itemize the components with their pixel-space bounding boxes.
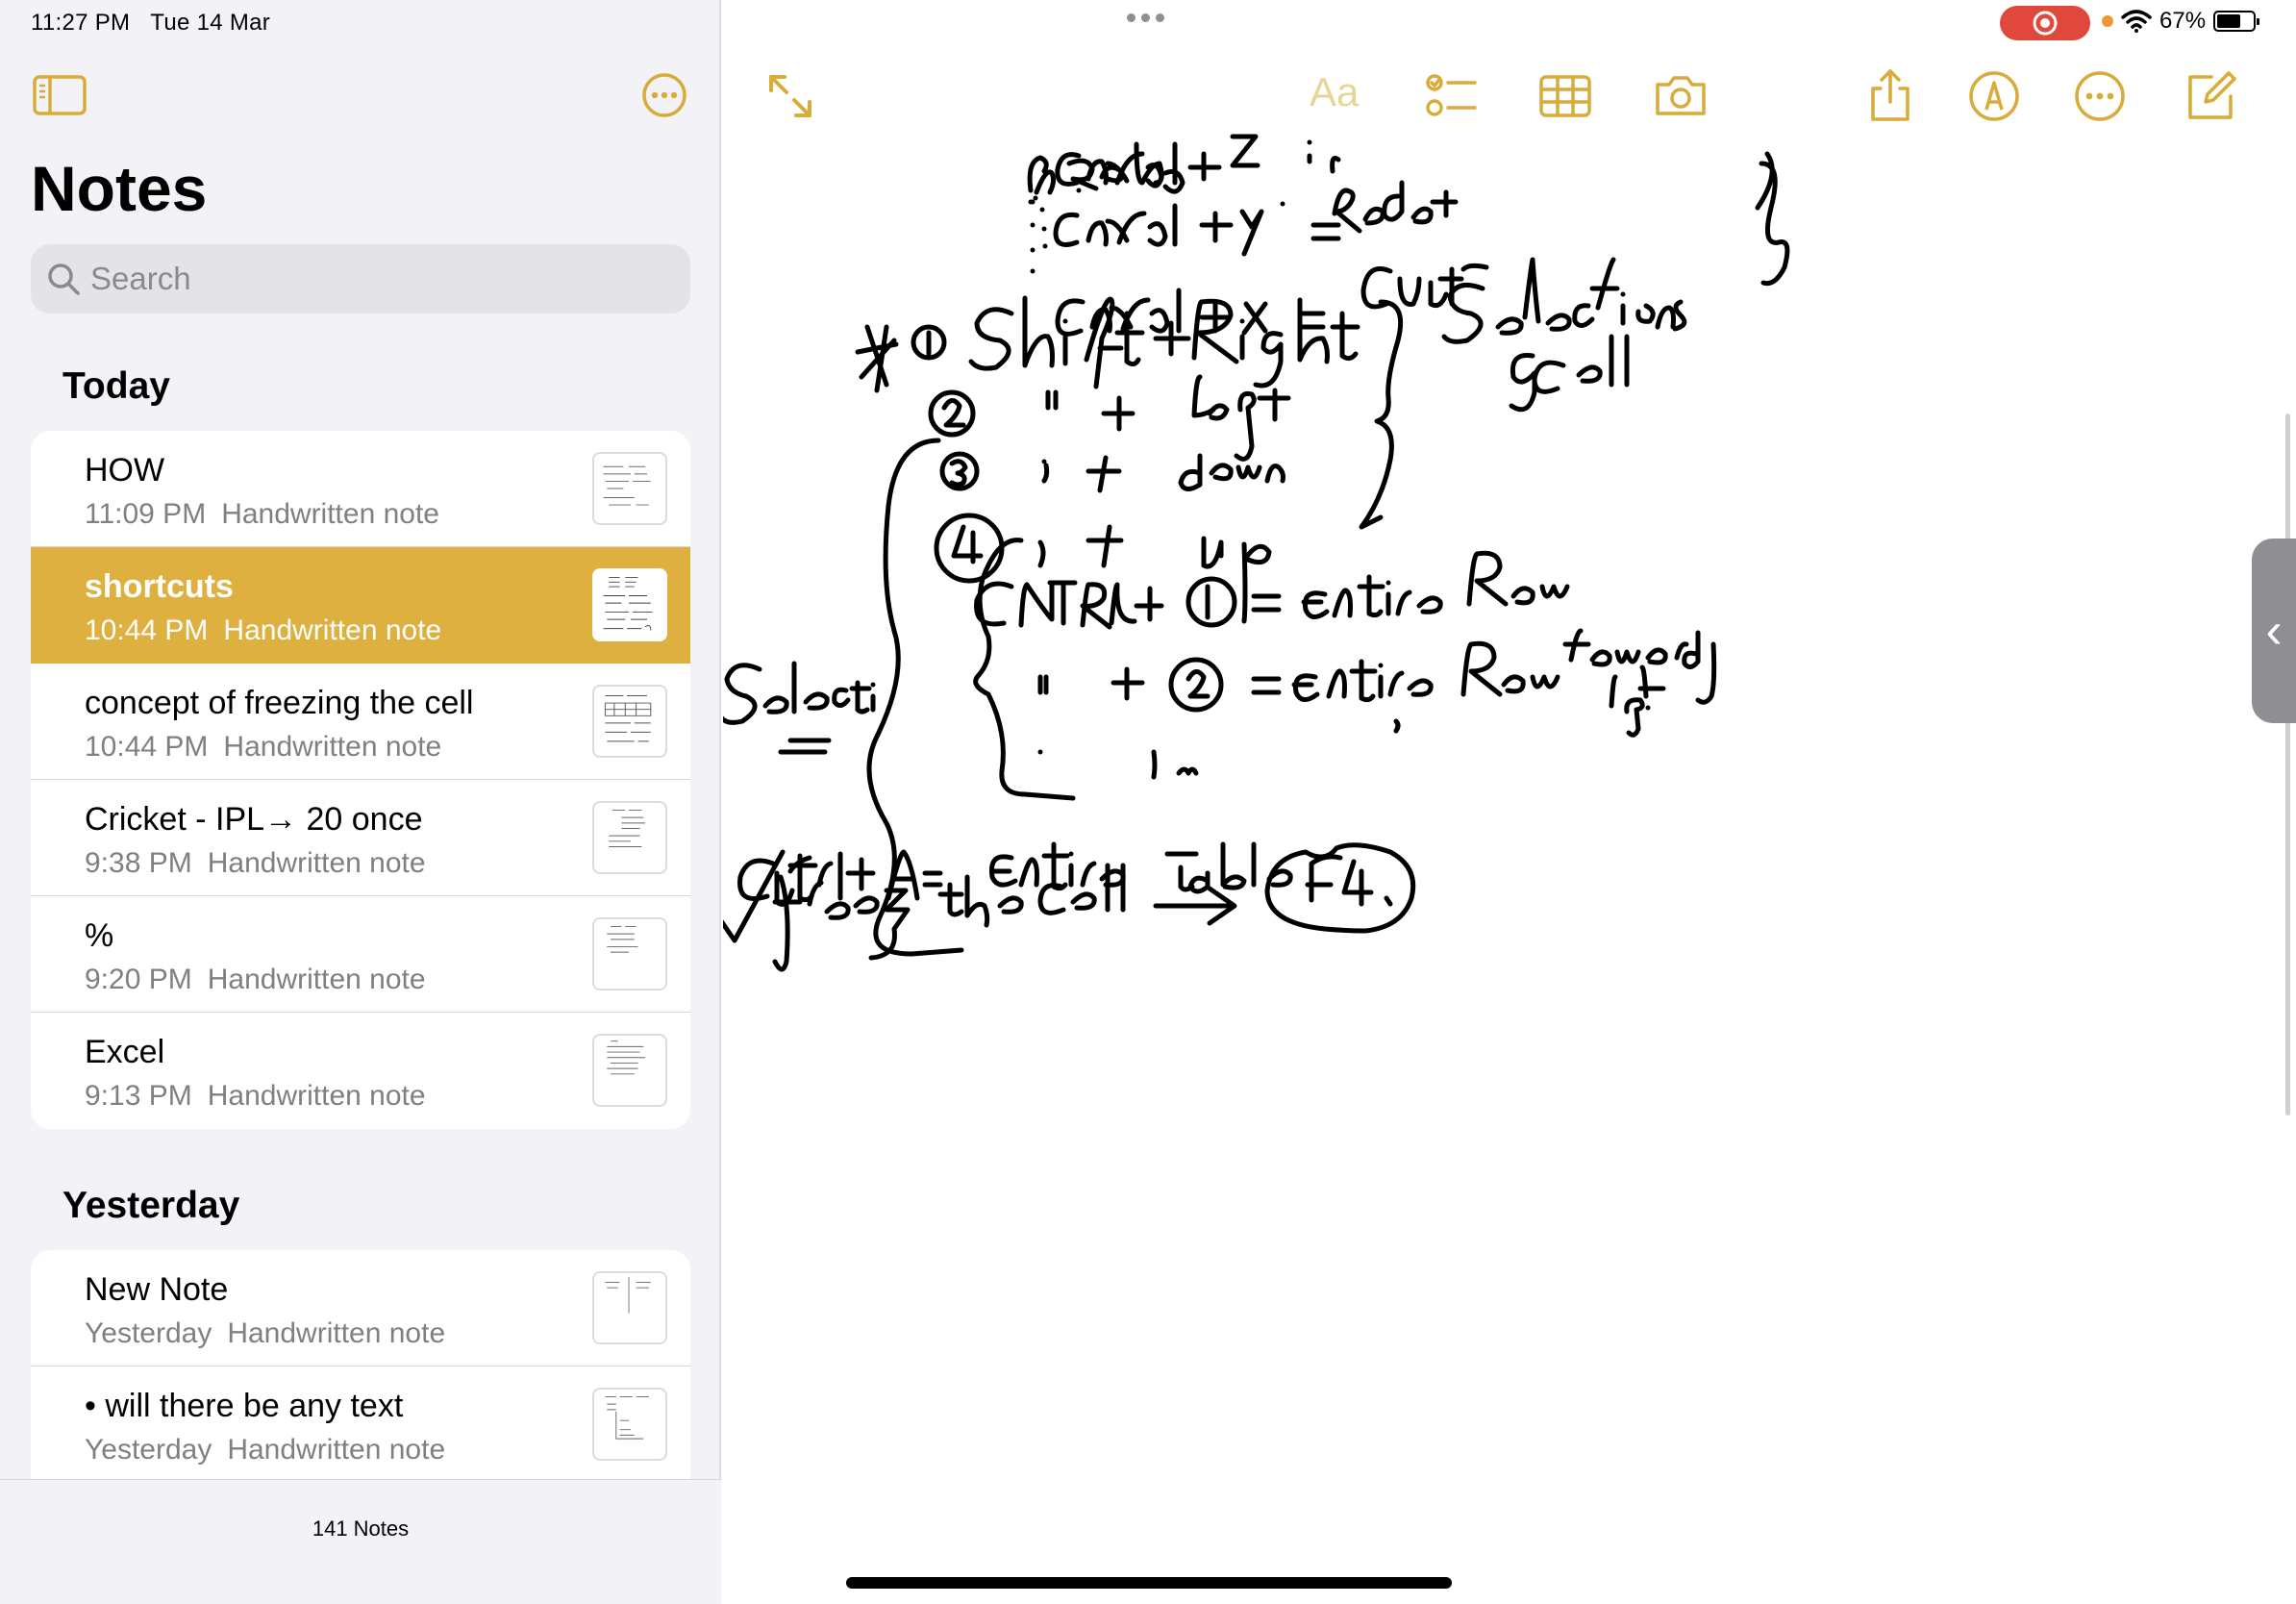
note-time: 9:13 PM [85,1080,192,1112]
compose-new-note-icon[interactable] [2183,67,2240,125]
note-thumbnail [592,1034,667,1107]
screen: 11:27 PM Tue 14 Mar Notes Today [0,0,2296,1604]
note-kind: Handwritten note [207,964,426,995]
fullscreen-expand-icon[interactable] [761,67,819,125]
note-meta: 11:09 PM Handwritten note [85,498,439,531]
note-kind: Handwritten note [207,1080,426,1112]
note-kind: Handwritten note [223,731,442,763]
battery-percent: 67% [2159,8,2207,34]
note-row[interactable]: % 9:20 PM Handwritten note [31,896,690,1013]
share-icon[interactable] [1861,67,1919,125]
note-thumbnail [592,801,667,874]
note-meta: 9:13 PM Handwritten note [85,1080,426,1113]
note-meta: 10:44 PM Handwritten note [85,614,441,647]
note-row[interactable]: concept of freezing the cell 10:44 PM Han… [31,664,690,780]
home-indicator[interactable] [846,1577,1452,1589]
screen-recording-indicator[interactable] [2000,6,2090,40]
note-row[interactable]: Excel 9:13 PM Handwritten note [31,1013,690,1129]
note-title: Cricket - IPL→ 20 once [85,801,423,838]
note-title: New Note [85,1271,229,1308]
record-icon [2033,11,2058,36]
note-meta: 10:44 PM Handwritten note [85,731,441,764]
note-time: 9:20 PM [85,964,192,995]
status-date: Tue 14 Mar [150,10,271,36]
note-meta: Yesterday Handwritten note [85,1317,445,1350]
search-input[interactable] [90,261,667,297]
handwriting-canvas[interactable] [723,125,2296,1604]
note-editor: 67% Aa ‹ [723,0,2296,1604]
markup-pen-icon[interactable] [1965,67,2023,125]
yesterday-notes-list: New Note Yesterday Handwritten note • wil… [31,1250,690,1483]
mic-in-use-indicator [2102,15,2113,27]
note-meta: 9:20 PM Handwritten note [85,964,426,996]
note-thumbnail [592,685,667,758]
note-title: shortcuts [85,568,234,605]
note-time: 9:38 PM [85,847,192,879]
note-title: HOW [85,452,165,489]
note-kind: Handwritten note [227,1434,446,1466]
status-time: 11:27 PM [31,10,131,36]
note-time: 10:44 PM [85,731,209,763]
note-title: % [85,917,114,954]
sidebar-toggle-icon[interactable] [33,75,87,115]
note-title: • will there be any text [85,1388,404,1424]
status-right: 67% [2102,8,2260,35]
checklist-icon[interactable] [1423,67,1481,125]
today-notes-list: HOW 11:09 PM Handwritten note shortcuts 1… [31,431,690,1129]
page-title: Notes [31,153,208,224]
note-kind: Handwritten note [221,498,439,530]
notes-sidebar: 11:27 PM Tue 14 Mar Notes Today [0,0,721,1604]
note-thumbnail [592,452,667,525]
camera-icon[interactable] [1652,67,1710,125]
wifi-icon [2121,10,2152,33]
note-title: Excel [85,1034,165,1070]
note-meta: 9:38 PM Handwritten note [85,847,426,880]
note-time: Yesterday [85,1434,212,1466]
note-count: 141 Notes [312,1516,410,1541]
sidebar-more-icon[interactable] [640,71,688,119]
note-row[interactable]: HOW 11:09 PM Handwritten note [31,431,690,547]
search-icon [48,263,80,295]
note-time: 10:44 PM [85,614,209,646]
status-time-date: 11:27 PM Tue 14 Mar [31,10,270,37]
section-heading-today: Today [62,365,170,407]
note-kind: Handwritten note [207,847,426,879]
note-time: 11:09 PM [85,498,207,530]
search-bar[interactable] [31,244,690,313]
note-title: concept of freezing the cell [85,685,474,721]
note-meta: Yesterday Handwritten note [85,1434,445,1466]
note-time: Yesterday [85,1317,212,1349]
more-options-icon[interactable] [2071,67,2129,125]
format-text-button[interactable]: Aa [1310,69,1359,115]
sidebar-footer: 141 Notes [0,1479,721,1604]
note-row-selected[interactable]: shortcuts 10:44 PM Handwritten note [31,547,690,664]
note-kind: Handwritten note [223,614,442,646]
note-thumbnail [592,568,667,641]
section-heading-yesterday: Yesterday [62,1185,240,1226]
note-thumbnail [592,917,667,990]
note-thumbnail [592,1271,667,1344]
note-row[interactable]: • will there be any text Yesterday Handwr… [31,1366,690,1483]
side-panel-tab-chevron-icon[interactable]: ‹ [2252,539,2296,723]
note-row[interactable]: Cricket - IPL→ 20 once 9:38 PM Handwritte… [31,780,690,896]
battery-icon [2213,11,2260,32]
table-icon[interactable] [1536,67,1594,125]
multitasking-dots-icon[interactable] [1127,13,1164,22]
vertical-scroll-indicator[interactable] [2285,414,2290,1115]
note-thumbnail [592,1388,667,1461]
note-row[interactable]: New Note Yesterday Handwritten note [31,1250,690,1366]
note-kind: Handwritten note [227,1317,446,1349]
